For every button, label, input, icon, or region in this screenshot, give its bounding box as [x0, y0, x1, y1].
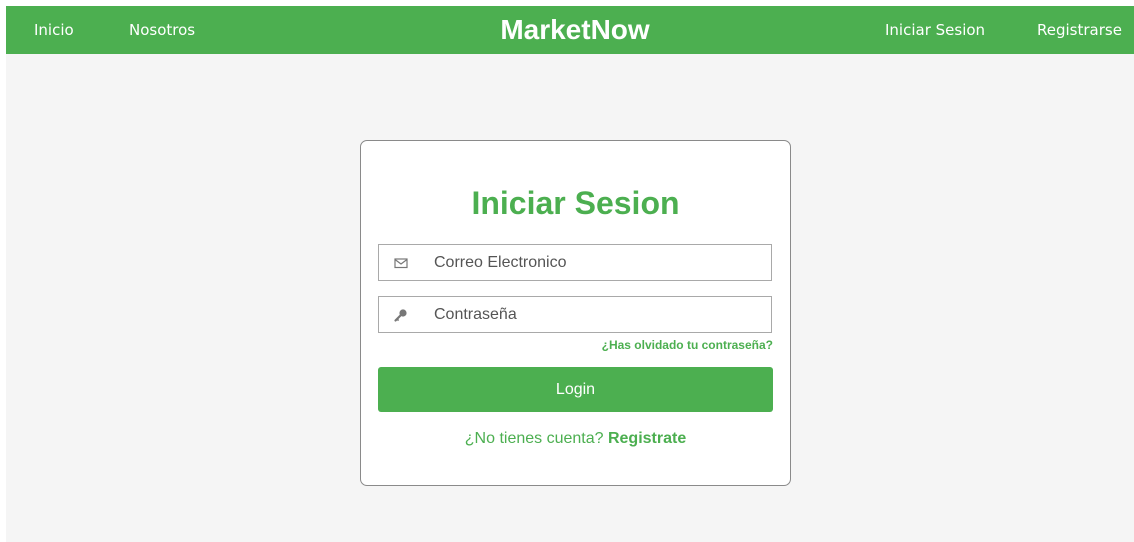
- password-input[interactable]: [434, 297, 764, 332]
- nav-link-registrarse[interactable]: Registrarse: [1037, 6, 1122, 54]
- nav-link-inicio[interactable]: Inicio: [34, 6, 74, 54]
- signup-link[interactable]: Registrate: [608, 430, 686, 447]
- nav-link-iniciar-sesion[interactable]: Iniciar Sesion: [885, 6, 985, 54]
- page-frame: Inicio Nosotros MarketNow Iniciar Sesion…: [6, 6, 1134, 542]
- email-input[interactable]: [434, 245, 764, 280]
- login-title: Iniciar Sesion: [471, 185, 680, 221]
- forgot-password-link[interactable]: ¿Has olvidado tu contraseña?: [602, 338, 773, 352]
- nav-link-nosotros[interactable]: Nosotros: [129, 6, 195, 54]
- password-field[interactable]: [378, 296, 772, 333]
- login-button[interactable]: Login: [378, 367, 773, 412]
- signup-prompt-line: ¿No tienes cuenta? Registrate: [361, 429, 790, 449]
- envelope-icon: [394, 258, 408, 269]
- login-card: Iniciar Sesion ¿Has olvidado tu contrase…: [360, 140, 791, 486]
- signup-prompt-text: ¿No tienes cuenta?: [464, 430, 604, 447]
- email-field[interactable]: [378, 244, 772, 281]
- key-icon: [394, 309, 407, 322]
- top-navbar: Inicio Nosotros MarketNow Iniciar Sesion…: [6, 6, 1134, 54]
